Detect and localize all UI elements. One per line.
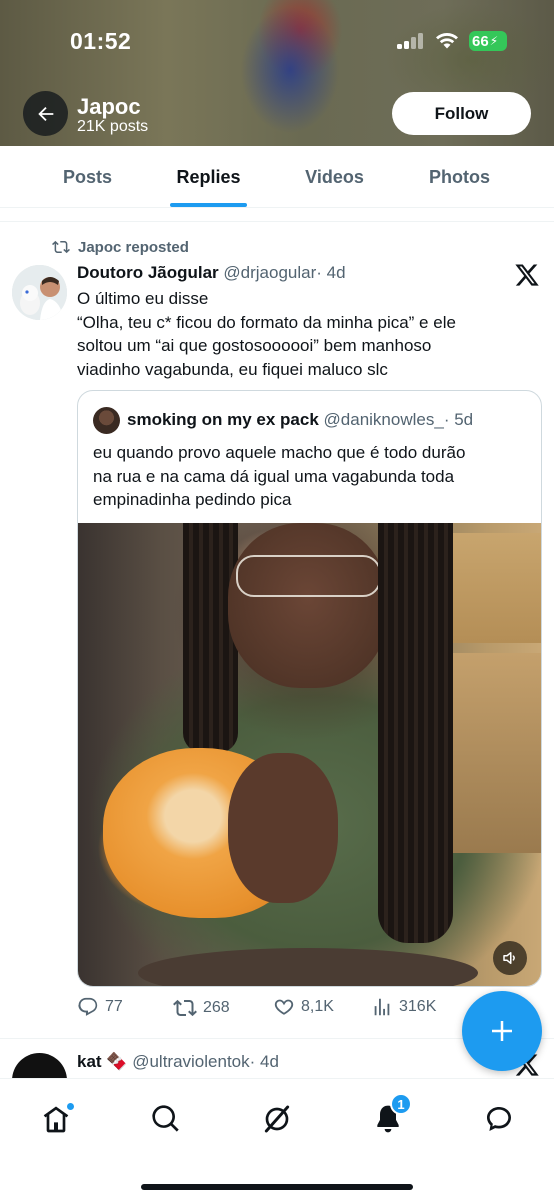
repost-icon <box>173 999 197 1017</box>
quote-text: eu quando provo aquele macho que é todo … <box>93 441 533 512</box>
video-scene-face <box>228 523 388 688</box>
author-handle[interactable]: @drjaogular <box>223 263 316 282</box>
search-icon <box>152 1105 179 1132</box>
avatar-image <box>12 265 67 320</box>
battery-level: 66 <box>472 32 489 50</box>
mute-button[interactable] <box>493 941 527 975</box>
quote-author-name: smoking on my ex pack <box>127 410 319 429</box>
tab-replies[interactable]: Replies <box>160 146 257 208</box>
views-icon <box>374 998 390 1016</box>
video-scene-glasses <box>236 555 381 597</box>
bottom-navigation: 1 <box>0 1078 554 1200</box>
reply-count: 77 <box>105 998 123 1015</box>
post-time: · 4d <box>249 1052 279 1071</box>
battery-icon: 66 ⚡ <box>469 31 507 51</box>
repost-icon <box>52 240 70 254</box>
profile-banner: 01:52 66 ⚡ Japoc 21K posts Follow <box>0 0 554 146</box>
quote-author-handle: @daniknowles_ <box>323 410 444 429</box>
post-text-line: O último eu disse <box>77 289 209 308</box>
grok-icon <box>264 1105 290 1133</box>
reply-icon <box>78 997 98 1016</box>
back-button[interactable] <box>23 91 68 136</box>
quoted-post[interactable]: smoking on my ex pack @daniknowles_· 5d … <box>77 390 542 987</box>
author-name[interactable]: kat 🍫 <box>77 1052 127 1071</box>
nav-home[interactable] <box>36 1099 76 1139</box>
tab-posts[interactable]: Posts <box>40 146 135 208</box>
wifi-icon <box>436 33 458 49</box>
speaker-muted-icon <box>503 952 515 964</box>
plus-icon <box>492 1021 512 1041</box>
nav-notifications[interactable]: 1 <box>368 1093 412 1139</box>
nav-search[interactable] <box>146 1099 186 1139</box>
arrow-left-icon <box>37 106 53 121</box>
post-text-line: soltou um “ai que gostosoooooi” bem manh… <box>77 336 432 355</box>
messages-icon <box>487 1107 511 1131</box>
quote-text-line: eu quando provo aquele macho que é todo … <box>93 443 466 462</box>
video-player[interactable] <box>78 523 541 986</box>
video-scene-hair <box>183 523 238 753</box>
section-separator <box>0 208 554 222</box>
tab-videos[interactable]: Videos <box>287 146 382 208</box>
notifications-badge: 1 <box>390 1093 412 1115</box>
nav-messages[interactable] <box>479 1099 519 1139</box>
author-handle[interactable]: @ultraviolentok <box>132 1052 249 1071</box>
reply-button[interactable]: 77 <box>77 996 123 1018</box>
quote-header: smoking on my ex pack @daniknowles_· 5d <box>127 410 473 430</box>
follow-button[interactable]: Follow <box>392 92 531 135</box>
views-button[interactable]: 316K <box>371 996 436 1018</box>
home-unread-dot <box>66 1102 75 1111</box>
post-header: Doutoro Jãogular @drjaogular· 4d <box>77 263 346 283</box>
tab-photos[interactable]: Photos <box>412 146 507 208</box>
repost-label: Japoc reposted <box>78 238 189 256</box>
video-scene-hand <box>228 753 338 903</box>
video-scene-plate <box>138 948 478 986</box>
repost-indicator[interactable]: Japoc reposted <box>52 238 189 256</box>
like-button[interactable]: 8,1K <box>273 996 334 1018</box>
quote-time: · 5d <box>443 410 474 429</box>
post-header: kat 🍫 @ultraviolentok· 4d <box>77 1052 279 1072</box>
video-scene-hair <box>378 523 453 943</box>
post-text-line: viadinho vagabunda, eu fiquei maluco slc <box>77 359 388 379</box>
post-text: O último eu disse “Olha, teu c* ficou do… <box>77 287 517 381</box>
home-indicator <box>141 1184 413 1190</box>
active-tab-indicator <box>170 203 247 207</box>
author-name[interactable]: Doutoro Jãogular <box>77 263 219 282</box>
like-count: 8,1K <box>301 998 334 1015</box>
posts-count: 21K posts <box>77 118 149 135</box>
quote-avatar <box>93 407 120 434</box>
repost-count: 268 <box>203 999 230 1016</box>
heart-icon <box>274 999 294 1015</box>
repost-button[interactable]: 268 <box>173 996 230 1020</box>
quote-text-line: na rua e na cama dá igual uma vagabunda … <box>93 466 455 486</box>
post-time: · 4d <box>316 263 346 282</box>
avatar[interactable] <box>12 265 67 320</box>
profile-tabs: Posts Replies Videos Photos <box>0 146 554 208</box>
cellular-signal-icon <box>397 33 425 49</box>
views-count: 316K <box>399 998 437 1015</box>
quote-text-line: empinadinha pedindo pica <box>93 490 292 509</box>
compose-button[interactable] <box>462 991 542 1071</box>
x-logo-icon[interactable] <box>514 262 540 288</box>
profile-name: Japoc <box>77 94 141 119</box>
nav-grok[interactable] <box>257 1099 297 1139</box>
status-time: 01:52 <box>70 28 132 54</box>
post-text-line: “Olha, teu c* ficou do formato da minha … <box>77 312 456 332</box>
